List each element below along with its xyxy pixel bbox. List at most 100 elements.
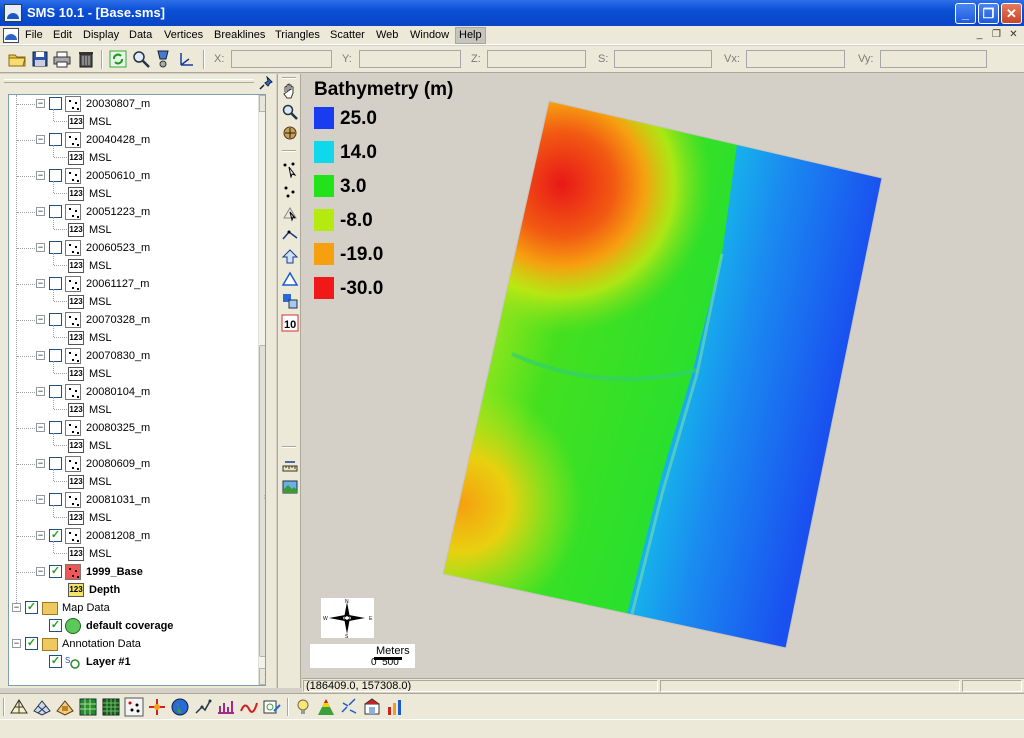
dataset-checkbox[interactable]: [49, 277, 62, 290]
collapse-toggle[interactable]: −: [36, 171, 45, 180]
rotate-tool-icon[interactable]: [281, 124, 299, 142]
maximize-button[interactable]: ❐: [978, 3, 999, 24]
dataset-checkbox[interactable]: [49, 205, 62, 218]
zoom-frame-icon[interactable]: [131, 49, 151, 69]
coord-z-field[interactable]: [487, 50, 586, 68]
vector-display-icon[interactable]: [339, 697, 359, 717]
save-icon[interactable]: [30, 49, 50, 69]
select-vertex-icon[interactable]: [281, 182, 299, 200]
create-triangle-icon[interactable]: [281, 270, 299, 288]
map-data-checkbox[interactable]: ✓: [25, 601, 38, 614]
graphics-window[interactable]: Bathymetry (m) 25.0 14.0 3.0 -8.0 -19.0 -30.0…: [302, 74, 1022, 678]
dataset-name[interactable]: 20080609_m: [86, 457, 150, 471]
mesh-module-icon[interactable]: [9, 697, 29, 717]
menu-vertices[interactable]: Vertices: [161, 28, 206, 43]
dataset-checkbox[interactable]: [49, 169, 62, 182]
annotation-data-checkbox[interactable]: ✓: [25, 637, 38, 650]
base-checkbox[interactable]: ✓: [49, 565, 62, 578]
contour-colors-icon[interactable]: [316, 697, 336, 717]
select-breakline-icon[interactable]: [281, 226, 299, 244]
dataset-child-name[interactable]: MSL: [89, 295, 112, 309]
panel-grip[interactable]: [4, 79, 254, 83]
contour-options-icon[interactable]: [281, 292, 299, 310]
dataset-name[interactable]: 20040428_m: [86, 133, 150, 147]
annotation-module-icon[interactable]: [262, 697, 282, 717]
scroll-up-arrow[interactable]: ▲: [259, 95, 265, 112]
dataset-child-name[interactable]: MSL: [89, 547, 112, 561]
tree-vertical-scrollbar[interactable]: ▲ ▼: [258, 95, 265, 685]
print-icon[interactable]: [52, 49, 72, 69]
dataset-name[interactable]: 20051223_m: [86, 205, 150, 219]
gis-globe-icon[interactable]: [170, 697, 190, 717]
collapse-toggle[interactable]: −: [36, 531, 45, 540]
dataset-checkbox[interactable]: [49, 493, 62, 506]
select-scatter-point-icon[interactable]: [281, 160, 299, 178]
cartesian-grid-icon[interactable]: [78, 697, 98, 717]
menu-breaklines[interactable]: Breaklines: [211, 28, 268, 43]
menu-triangles[interactable]: Triangles: [272, 28, 323, 43]
coord-x-field[interactable]: [231, 50, 332, 68]
dataset-checkbox[interactable]: [49, 97, 62, 110]
collapse-toggle[interactable]: −: [12, 639, 21, 648]
collapse-toggle[interactable]: −: [36, 99, 45, 108]
zoom-tool-icon[interactable]: [281, 103, 299, 121]
layer-name[interactable]: Layer #1: [86, 655, 131, 669]
dataset-checkbox[interactable]: ✓: [49, 529, 62, 542]
dataset-child-name[interactable]: MSL: [89, 115, 112, 129]
collapse-toggle[interactable]: −: [36, 459, 45, 468]
dataset-name[interactable]: 20030807_m: [86, 97, 150, 111]
dataset-child-name[interactable]: MSL: [89, 403, 112, 417]
refresh-icon[interactable]: [108, 49, 128, 69]
menu-help[interactable]: Help: [455, 27, 486, 44]
dataset-name[interactable]: 20080104_m: [86, 385, 150, 399]
collapse-toggle[interactable]: −: [36, 315, 45, 324]
dataset-child-name[interactable]: MSL: [89, 151, 112, 165]
scatter-module-icon[interactable]: [124, 697, 144, 717]
raster-grid-icon[interactable]: [101, 697, 121, 717]
dataset-checkbox[interactable]: [49, 133, 62, 146]
dataset-child-name[interactable]: MSL: [89, 439, 112, 453]
coverage-name[interactable]: default coverage: [86, 619, 173, 633]
mdi-close-icon[interactable]: ✕: [1006, 28, 1021, 42]
grid-module-icon[interactable]: [32, 697, 52, 717]
collapse-toggle[interactable]: −: [36, 243, 45, 252]
document-icon[interactable]: [3, 28, 19, 43]
pin-icon[interactable]: [259, 76, 273, 90]
dataset-toolbox-icon[interactable]: [362, 697, 382, 717]
create-vertex-icon[interactable]: [281, 248, 299, 266]
1d-grid-icon[interactable]: [216, 697, 236, 717]
annotation-10-icon[interactable]: 10: [281, 314, 299, 332]
mdi-minimize-icon[interactable]: _: [972, 28, 987, 42]
dataset-child-name[interactable]: MSL: [89, 187, 112, 201]
lightbulb-icon[interactable]: [293, 697, 313, 717]
menu-scatter[interactable]: Scatter: [327, 28, 368, 43]
display-options-icon[interactable]: [154, 49, 174, 69]
quadtree-module-icon[interactable]: [55, 697, 75, 717]
coord-y-field[interactable]: [359, 50, 461, 68]
collapse-toggle[interactable]: −: [36, 135, 45, 144]
collapse-toggle[interactable]: −: [36, 207, 45, 216]
dataset-name[interactable]: 20050610_m: [86, 169, 150, 183]
collapse-toggle[interactable]: −: [36, 279, 45, 288]
profile-module-icon[interactable]: [239, 697, 259, 717]
dataset-checkbox[interactable]: [49, 313, 62, 326]
collapse-toggle[interactable]: −: [36, 387, 45, 396]
menu-data[interactable]: Data: [126, 28, 155, 43]
collapse-toggle[interactable]: −: [36, 351, 45, 360]
dataset-checkbox[interactable]: [49, 457, 62, 470]
dataset-child-name[interactable]: MSL: [89, 223, 112, 237]
dataset-checkbox[interactable]: [49, 385, 62, 398]
dataset-child-name[interactable]: MSL: [89, 259, 112, 273]
measure-tool-icon[interactable]: [281, 456, 299, 474]
dataset-checkbox[interactable]: [49, 421, 62, 434]
dataset-child-name[interactable]: MSL: [89, 511, 112, 525]
menu-file[interactable]: File: [22, 28, 46, 43]
mdi-restore-icon[interactable]: ❐: [989, 28, 1004, 42]
open-folder-icon[interactable]: [7, 49, 27, 69]
dataset-checkbox[interactable]: [49, 349, 62, 362]
base-dataset-name[interactable]: 1999_Base: [86, 565, 143, 579]
dataset-child-name[interactable]: MSL: [89, 367, 112, 381]
depth-dataset-name[interactable]: Depth: [89, 583, 120, 597]
dataset-name[interactable]: 20081031_m: [86, 493, 150, 507]
pan-tool-icon[interactable]: [281, 82, 299, 100]
